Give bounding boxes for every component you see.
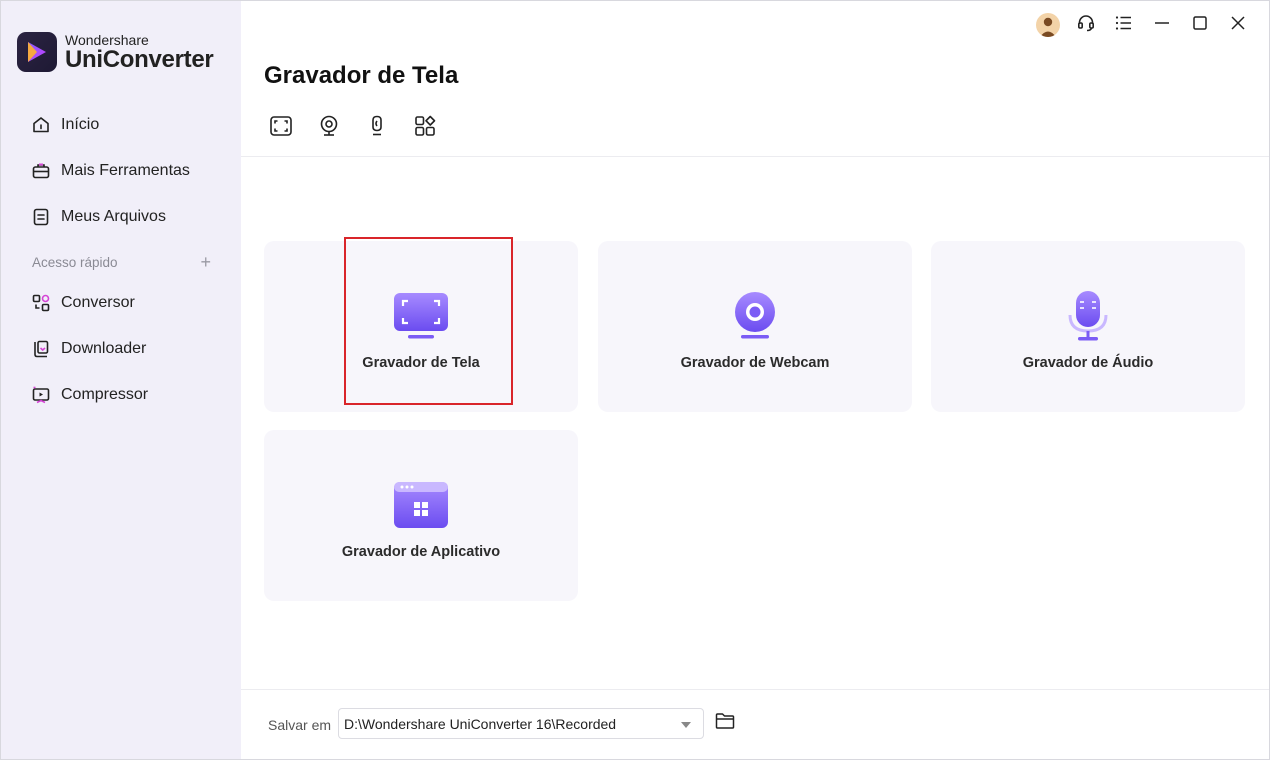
avatar-icon [1036,13,1060,37]
support-button[interactable] [1067,11,1105,39]
sidebar-item-meus-arquivos[interactable]: Meus Arquivos [1,194,241,240]
support-headset-icon [1076,13,1096,38]
recorder-toolbar [268,115,460,141]
app-recorder-icon [392,476,450,532]
screen-recorder-card[interactable]: Gravador de Tela [264,241,578,412]
add-quick-access-button[interactable]: + [200,253,211,271]
folder-icon [715,712,735,735]
window-titlebar [1029,11,1257,39]
card-label: Gravador de Tela [362,355,480,371]
quick-access-label: Acesso rápido [32,254,118,270]
save-location-label: Salvar em [268,717,332,733]
sidebar-item-downloader[interactable]: Downloader [1,326,241,372]
chevron-down-icon [681,722,691,728]
sidebar-item-conversor[interactable]: Conversor [1,280,241,326]
sidebar-item-label: Downloader [61,340,147,357]
home-icon [31,115,51,135]
card-label: Gravador de Aplicativo [341,544,501,560]
footer-divider [241,689,1269,690]
screen-record-tool[interactable] [268,115,294,141]
toolbox-icon [31,161,51,181]
save-path-dropdown[interactable]: D:\Wondershare UniConverter 16\Recorded [338,708,704,739]
app-window: Wondershare UniConverter Início Mais Fer… [0,0,1270,760]
card-label: Gravador de Áudio [1022,355,1154,371]
page-title: Gravador de Tela [264,62,459,89]
main-panel: Gravador de Tela Gravador de Tela Gravad… [241,1,1269,759]
webcam-icon [317,114,341,143]
sidebar-item-inicio[interactable]: Início [1,102,241,148]
close-button[interactable] [1219,11,1257,39]
files-icon [31,207,51,227]
sidebar-item-label: Conversor [61,294,135,311]
minimize-button[interactable] [1143,11,1181,39]
screen-recorder-icon [392,287,450,343]
maximize-button[interactable] [1181,11,1219,39]
sidebar: Wondershare UniConverter Início Mais Fer… [1,1,241,759]
card-label: Gravador de Webcam [680,355,830,371]
sidebar-item-mais-ferramentas[interactable]: Mais Ferramentas [1,148,241,194]
minimize-icon [1154,15,1170,36]
sidebar-item-label: Início [61,116,100,133]
header-divider [241,156,1269,157]
sidebar-item-label: Compressor [61,386,149,403]
webcam-recorder-card[interactable]: Gravador de Webcam [598,241,912,412]
download-icon [31,339,51,359]
audio-recorder-card[interactable]: Gravador de Áudio [931,241,1245,412]
converter-icon [31,293,51,313]
sidebar-item-compressor[interactable]: Compressor [1,372,241,418]
audio-icon [365,114,389,143]
screen-record-icon [269,114,293,143]
audio-tool[interactable] [364,115,390,141]
brand-company: Wondershare [65,31,149,48]
menu-icon [1115,15,1133,36]
compress-icon [31,385,51,405]
sidebar-item-label: Meus Arquivos [61,208,166,225]
webcam-tool[interactable] [316,115,342,141]
open-folder-button[interactable] [715,712,735,735]
webcam-recorder-icon [730,287,780,343]
apps-icon [413,114,437,143]
brand-product: UniConverter [65,45,214,73]
maximize-icon [1192,15,1208,36]
app-recorder-card[interactable]: Gravador de Aplicativo [264,430,578,601]
save-path-value: D:\Wondershare UniConverter 16\Recorded [344,715,617,732]
brand: Wondershare UniConverter [17,31,214,73]
quick-access-header: Acesso rápido + [1,244,241,280]
microphone-icon [1067,287,1109,343]
sidebar-nav: Início Mais Ferramentas Meus Arquivos Ac… [1,102,241,418]
sidebar-item-label: Mais Ferramentas [61,162,190,179]
apps-tool[interactable] [412,115,438,141]
uniconverter-logo-icon [17,32,57,72]
menu-button[interactable] [1105,11,1143,39]
close-icon [1230,15,1246,36]
account-button[interactable] [1029,11,1067,39]
